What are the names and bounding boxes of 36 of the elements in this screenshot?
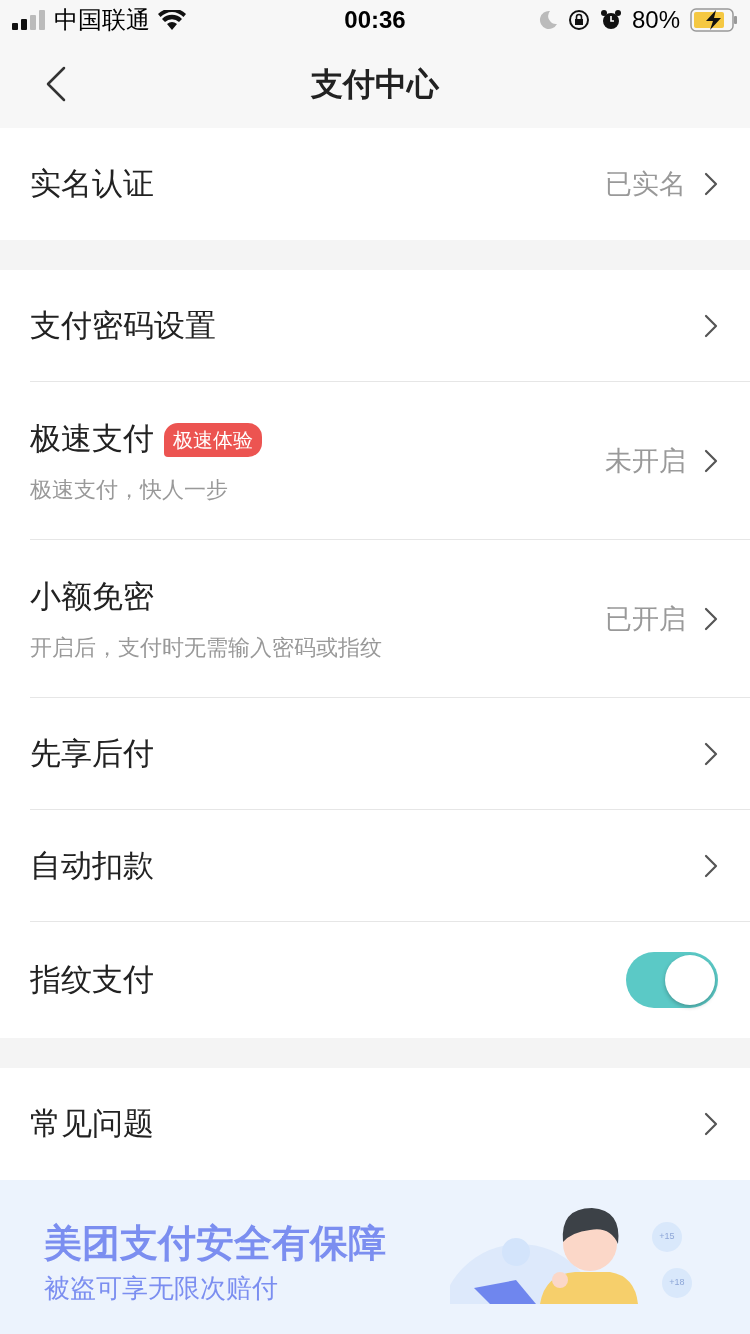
row-label: 极速支付: [30, 420, 154, 459]
row-value: 已实名: [605, 167, 686, 201]
chevron-right-icon: [704, 449, 718, 473]
wifi-icon: [158, 10, 186, 30]
chevron-right-icon: [704, 742, 718, 766]
page-title: 支付中心: [311, 65, 439, 104]
row-label: 支付密码设置: [30, 306, 216, 345]
moon-icon: [537, 10, 558, 30]
chevron-right-icon: [704, 607, 718, 631]
signal-icon: [12, 10, 46, 30]
banner-subtitle: 被盗可享无限次赔付: [44, 1271, 278, 1304]
chevron-right-icon: [704, 172, 718, 196]
chevron-right-icon: [704, 1112, 718, 1136]
row-subtitle: 极速支付，快人一步: [30, 475, 229, 504]
clock-time: 00:36: [344, 5, 406, 35]
battery-charging-icon: [690, 8, 738, 32]
bubble-label: +18: [662, 1268, 692, 1298]
row-value: 未开启: [605, 444, 686, 478]
toggle-switch[interactable]: [626, 952, 718, 1008]
row-subtitle: 开启后，支付时无需输入密码或指纹: [30, 633, 383, 662]
row-label: 指纹支付: [30, 960, 154, 999]
row-label: 小额免密: [30, 578, 154, 617]
promo-tag: 极速体验: [164, 422, 262, 457]
row-label: 常见问题: [30, 1104, 154, 1143]
chevron-right-icon: [704, 314, 718, 338]
bubble-label: +15: [652, 1222, 682, 1252]
carrier-name: 中国联通: [54, 5, 150, 35]
row-label: 实名认证: [30, 164, 154, 203]
chevron-right-icon: [704, 854, 718, 878]
row-value: 已开启: [605, 602, 686, 636]
alarm-icon: [599, 9, 622, 31]
battery-percent: 80%: [631, 5, 680, 35]
row-label: 自动扣款: [30, 846, 154, 885]
banner-title: 美团支付安全有保障: [44, 1221, 386, 1266]
rotation-lock-icon: [567, 9, 590, 31]
row-label: 先享后付: [30, 734, 154, 773]
